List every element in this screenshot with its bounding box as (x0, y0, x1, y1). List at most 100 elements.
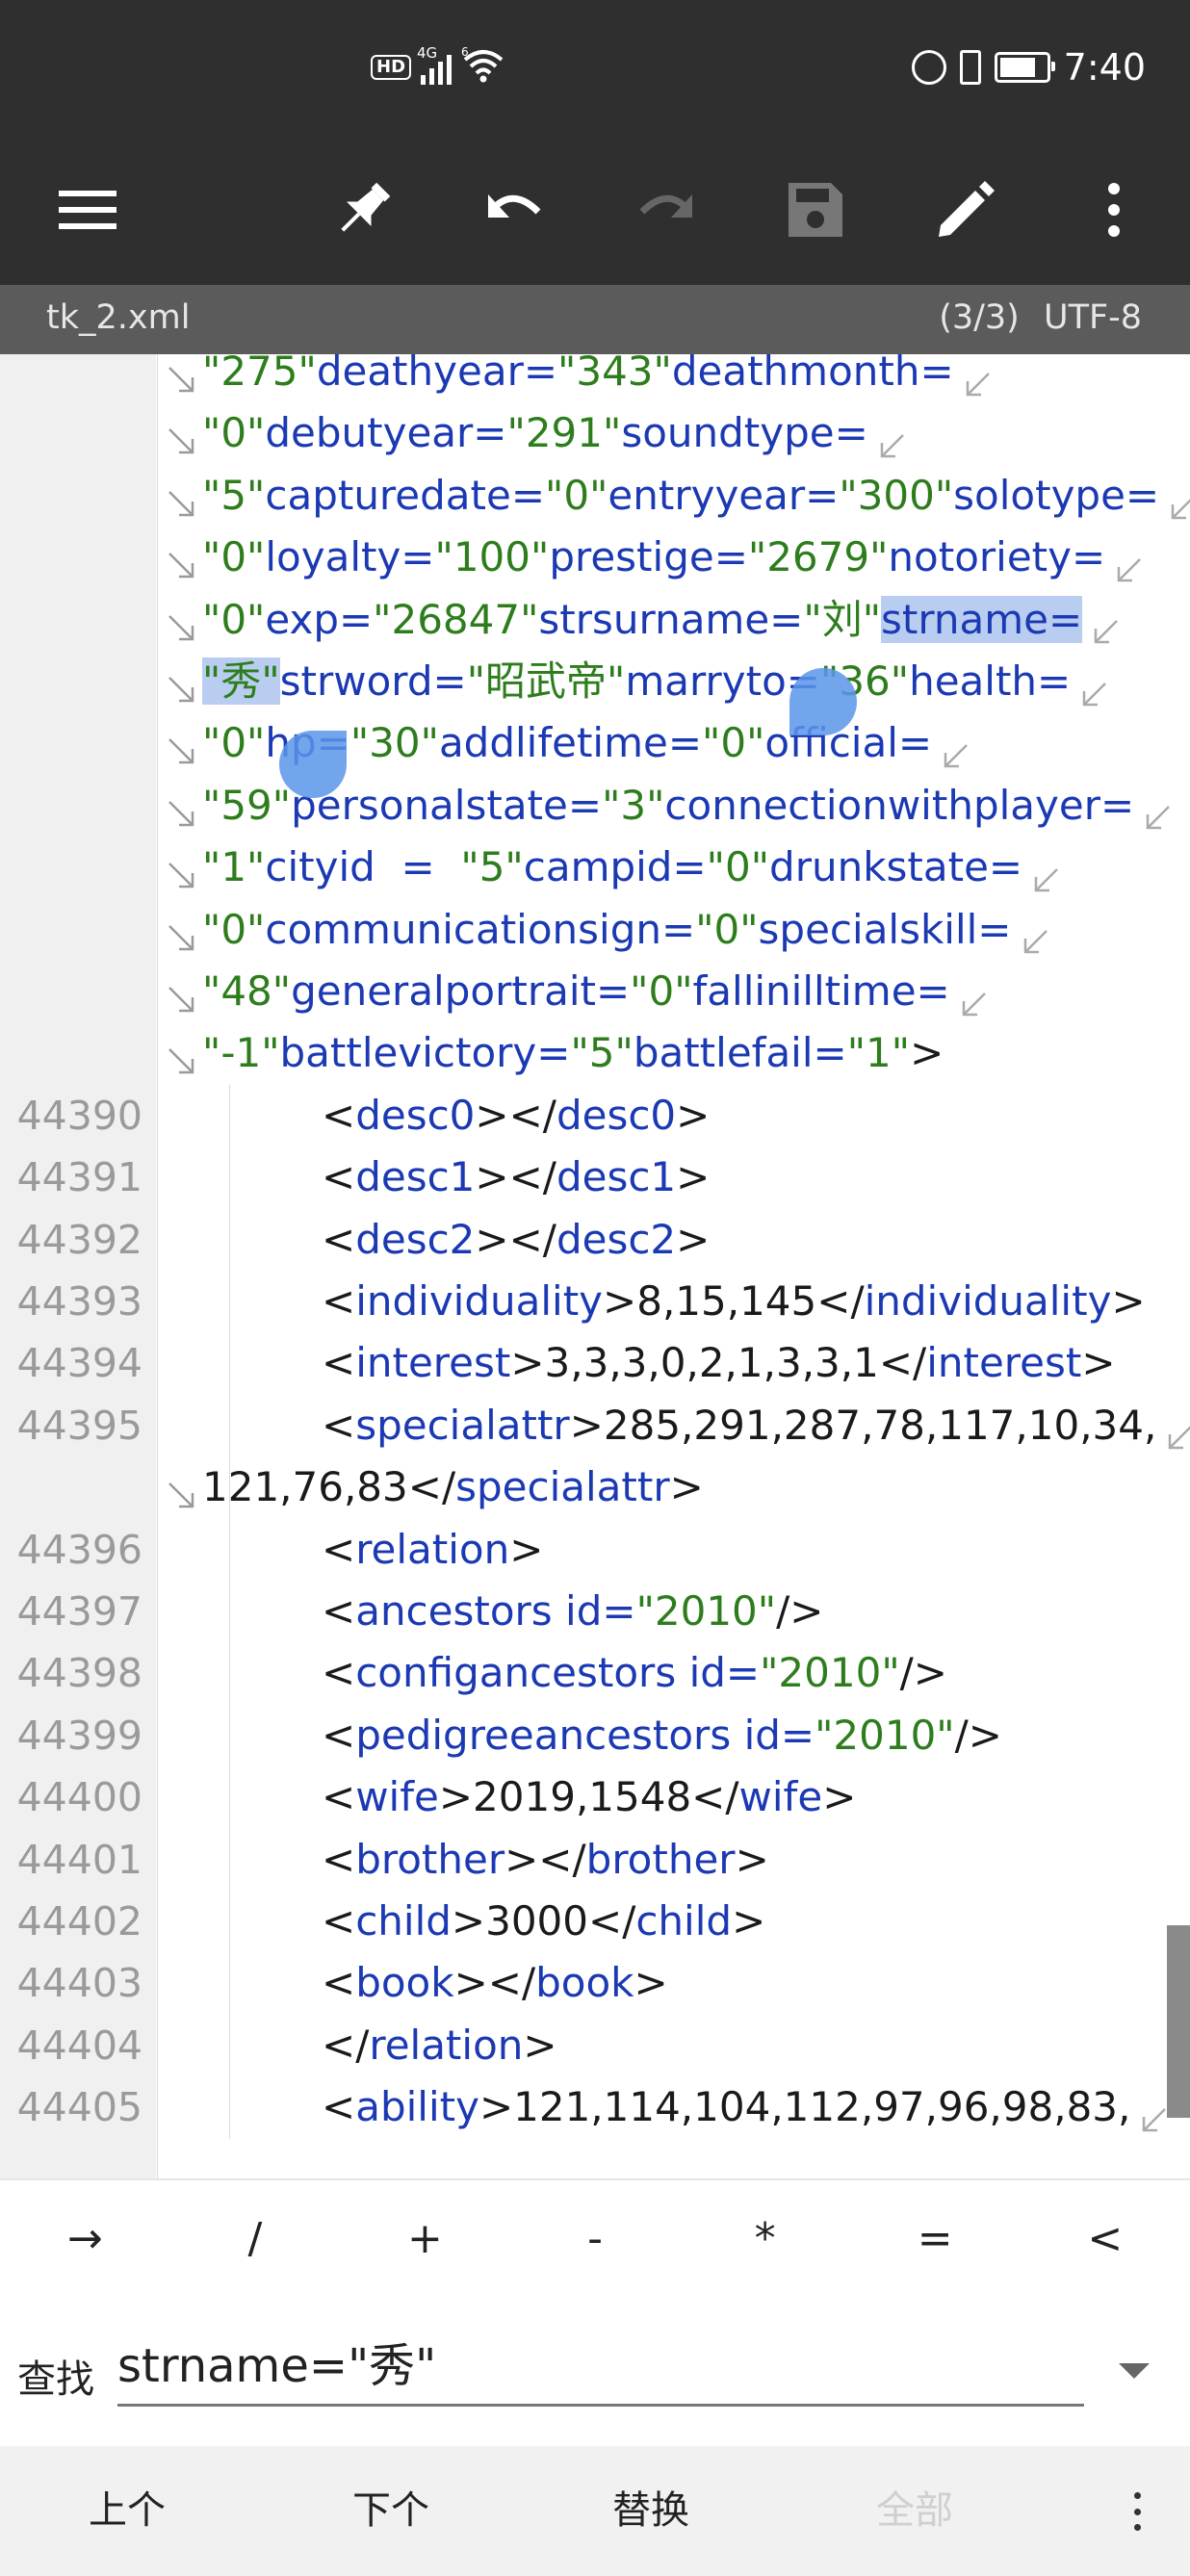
code-line[interactable]: 44399 <pedigreeancestors id="2010"/> (0, 1705, 1190, 1766)
code-token: < (322, 1959, 356, 2007)
selection-end-handle[interactable] (789, 668, 857, 735)
code-line[interactable]: "59"personalstate="3"connectionwithplaye… (0, 775, 1190, 837)
code-line[interactable]: "0"loyalty="100"prestige="2679"notoriety… (0, 527, 1190, 588)
code-text: "59"personalstate="3"connectionwithplaye… (202, 775, 1173, 837)
line-number: 44404 (16, 2022, 142, 2069)
code-line[interactable]: "0"debutyear="291"soundtype= (0, 402, 1190, 464)
code-token: "昭武帝" (466, 657, 626, 705)
code-line[interactable]: 44394 <interest>3,3,3,0,2,1,3,3,1</intere… (0, 1332, 1190, 1394)
symbol-key[interactable]: / (170, 2180, 341, 2298)
more-vert-icon[interactable] (1134, 2492, 1142, 2531)
redo-button[interactable] (612, 135, 718, 285)
code-token: "0" (702, 719, 765, 767)
symbol-key[interactable]: = (850, 2180, 1021, 2298)
code-token: > (676, 1215, 711, 1263)
code-token: individuality (864, 1277, 1112, 1325)
code-line[interactable]: 44404 </relation> (0, 2015, 1190, 2076)
code-line[interactable]: "1"cityid = "5"campid="0"drunkstate= (0, 837, 1190, 898)
code-token: ></ (504, 1835, 586, 1883)
menu-button[interactable] (35, 135, 141, 285)
code-line[interactable]: "0"communicationsign="0"specialskill= (0, 899, 1190, 961)
code-token: strname= (881, 595, 1083, 643)
code-line[interactable]: 44396 <relation> (0, 1519, 1190, 1581)
code-text: <configancestors id="2010"/> (322, 1642, 947, 1704)
code-line[interactable]: "0"hp="30"addlifetime="0"official= (0, 712, 1190, 774)
code-line[interactable]: 44401 <brother></brother> (0, 1829, 1190, 1891)
clock: 7:40 (1063, 46, 1146, 89)
code-token: strsurname= (538, 595, 804, 643)
file-meta: (3/3) UTF-8 (939, 298, 1142, 337)
code-line[interactable]: 44392 <desc2></desc2> (0, 1209, 1190, 1271)
find-history-dropdown-icon[interactable] (1119, 2363, 1150, 2379)
code-line[interactable]: 44403 <book></book> (0, 1952, 1190, 2014)
line-number: 44393 (16, 1278, 142, 1325)
code-token: ></ (475, 1153, 556, 1201)
line-number: 44401 (16, 1836, 142, 1883)
symbol-key[interactable]: * (680, 2180, 850, 2298)
code-text: <brother></brother> (322, 1829, 769, 1891)
code-line[interactable]: 44400 <wife>2019,1548</wife> (0, 1766, 1190, 1828)
pin-button[interactable] (310, 135, 416, 285)
code-line[interactable]: "秀"strword="昭武帝"marryto="36"health= (0, 651, 1190, 712)
code-token: brother (355, 1835, 505, 1883)
code-token: < (322, 1091, 356, 1139)
find-next-button[interactable]: 下个 (352, 2446, 429, 2576)
code-token: "2010" (815, 1711, 955, 1759)
battery-icon (994, 52, 1055, 83)
code-editor[interactable]: "275"deathyear="343"deathmonth= "0"debuty… (0, 354, 1190, 2178)
code-token: "刘" (803, 595, 882, 643)
symbol-key[interactable]: + (340, 2180, 510, 2298)
code-line[interactable]: 44393 <individuality>8,15,145</individual… (0, 1271, 1190, 1332)
code-line[interactable]: 44405 <ability>121,114,104,112,97,96,98,8… (0, 2076, 1190, 2138)
code-token: specialattr (355, 1401, 570, 1449)
save-button[interactable] (763, 135, 868, 285)
code-token: "5" (460, 843, 524, 891)
code-text: <wife>2019,1548</wife> (322, 1766, 856, 1828)
vibrate-icon (959, 50, 981, 85)
code-line[interactable]: 44397 <ancestors id="2010"/> (0, 1581, 1190, 1642)
wrap-end-icon (874, 420, 907, 458)
file-encoding[interactable]: UTF-8 (1044, 298, 1142, 337)
code-line[interactable]: 44395 <specialattr>285,291,287,78,117,10,… (0, 1395, 1190, 1456)
cellular-signal-icon: 4G (417, 44, 453, 85)
file-name[interactable]: tk_2.xml (46, 298, 190, 337)
selection-start-handle[interactable] (279, 731, 347, 798)
scrollbar-thumb[interactable] (1167, 1925, 1190, 2118)
code-token: "秀" (202, 657, 280, 705)
undo-icon (488, 194, 541, 218)
code-line[interactable]: "48"generalportrait="0"fallinilltime= (0, 961, 1190, 1022)
editor-toolbar (0, 135, 1190, 285)
code-token: > (1081, 1339, 1116, 1387)
code-token: desc0 (556, 1091, 677, 1139)
wrap-continuation-icon (166, 913, 200, 950)
code-token: > (735, 1835, 769, 1883)
code-line[interactable]: 44390 <desc0></desc0> (0, 1085, 1190, 1146)
status-right: 7:40 (911, 39, 1146, 96)
undo-button[interactable] (462, 135, 568, 285)
find-prev-button[interactable]: 上个 (89, 2446, 166, 2576)
line-number: 44392 (16, 1216, 142, 1263)
overflow-menu-button[interactable] (1061, 135, 1167, 285)
code-line[interactable]: 44391 <desc1></desc1> (0, 1146, 1190, 1208)
code-token: battlefail= (633, 1029, 847, 1077)
code-line[interactable]: 121,76,83</specialattr> (0, 1456, 1190, 1518)
code-line[interactable]: "5"capturedate="0"entryyear="300"solotyp… (0, 465, 1190, 527)
code-line[interactable]: "275"deathyear="343"deathmonth= (0, 354, 1190, 402)
code-line[interactable]: "-1"battlevictory="5"battlefail="1"> (0, 1022, 1190, 1084)
code-token: soundtype= (621, 409, 868, 457)
edit-button[interactable] (913, 135, 1019, 285)
code-text: <specialattr>285,291,287,78,117,10,34, (322, 1395, 1190, 1456)
find-input[interactable]: strname="秀" (117, 2334, 1084, 2407)
pencil-icon (939, 181, 995, 237)
code-text: "1"cityid = "5"campid="0"drunkstate= (202, 837, 1061, 898)
code-line[interactable]: "0"exp="26847"strsurname="刘"strname= (0, 589, 1190, 651)
replace-all-button[interactable]: 全部 (876, 2446, 953, 2576)
code-line[interactable]: 44402 <child>3000</child> (0, 1891, 1190, 1952)
wrap-continuation-icon (166, 354, 200, 393)
replace-button[interactable]: 替换 (612, 2446, 689, 2576)
symbol-key[interactable]: < (1020, 2180, 1190, 2298)
symbol-key[interactable]: - (510, 2180, 681, 2298)
symbol-key[interactable]: → (0, 2180, 170, 2298)
code-token: > (732, 1897, 766, 1945)
code-line[interactable]: 44398 <configancestors id="2010"/> (0, 1642, 1190, 1704)
